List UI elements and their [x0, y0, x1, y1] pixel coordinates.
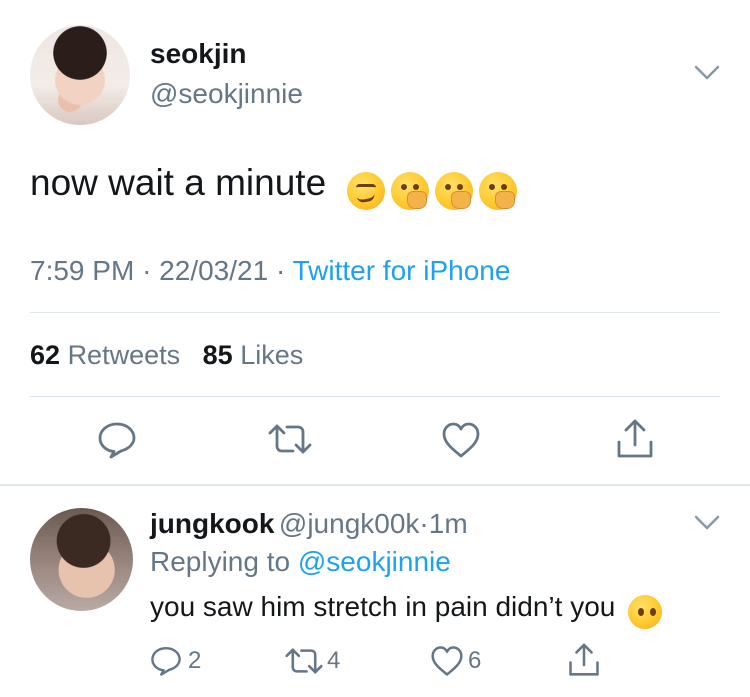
- reply-like-button[interactable]: 6: [430, 645, 481, 677]
- hand-over-mouth-emoji-icon: [435, 171, 474, 210]
- tweet-meta: 7:59 PM · 22/03/21 · Twitter for iPhone: [30, 255, 510, 287]
- like-button[interactable]: [441, 421, 481, 459]
- reply-age: 1m: [428, 508, 468, 539]
- likes-count: 85: [202, 340, 233, 370]
- reply-reply-button[interactable]: 2: [150, 645, 201, 677]
- likes-stat[interactable]: 85 Likes: [203, 340, 304, 370]
- tweet-time: 7:59 PM: [30, 255, 135, 286]
- reply-retweet-button[interactable]: 4: [285, 646, 340, 676]
- tweet-date: 22/03/21: [159, 255, 269, 286]
- tweet-body: now wait a minute: [30, 162, 523, 210]
- tweet-source-link[interactable]: Twitter for iPhone: [293, 255, 511, 286]
- reply-body: you saw him stretch in pain didn’t you: [150, 591, 668, 629]
- divider: [30, 396, 720, 397]
- heart-icon: [442, 422, 480, 458]
- reply-icon: [151, 646, 181, 676]
- hand-over-mouth-emoji-icon: [479, 171, 518, 210]
- retweets-label: Retweets: [67, 340, 181, 370]
- chevron-down-icon[interactable]: [694, 515, 720, 531]
- likes-label: Likes: [240, 340, 304, 370]
- retweet-icon: [268, 424, 312, 454]
- share-button[interactable]: [616, 418, 654, 460]
- share-icon: [569, 643, 599, 676]
- reply-author-handle[interactable]: @jungk00k: [279, 508, 420, 539]
- divider: [30, 312, 720, 313]
- reply-button[interactable]: [97, 421, 137, 459]
- separator-dot: ·: [419, 508, 429, 539]
- author-avatar[interactable]: [30, 25, 130, 125]
- divider: [0, 484, 750, 486]
- reply-retweet-count: 4: [327, 647, 341, 674]
- reply-author-avatar[interactable]: [30, 508, 133, 611]
- retweet-icon: [285, 648, 323, 674]
- reply-share-button[interactable]: [568, 642, 600, 683]
- replying-to: Replying to @seokjinnie: [150, 546, 451, 578]
- chevron-down-icon[interactable]: [694, 65, 720, 81]
- face-without-mouth-emoji-icon: [628, 594, 663, 629]
- replying-prefix: Replying to: [150, 546, 291, 577]
- reply-author-display-name[interactable]: jungkook: [150, 508, 274, 539]
- separator-dot: ·: [142, 255, 152, 286]
- tweet-text: now wait a minute: [30, 162, 327, 203]
- retweets-count: 62: [30, 340, 61, 370]
- reply-text: you saw him stretch in pain didn’t you: [150, 591, 616, 622]
- author-display-name[interactable]: seokjin: [150, 38, 246, 70]
- retweets-stat[interactable]: 62 Retweets: [30, 340, 180, 370]
- reply-count: 2: [188, 647, 202, 674]
- reply-header: jungkook @jungk00k·1m: [150, 508, 468, 540]
- replying-to-handle-link[interactable]: @seokjinnie: [298, 546, 451, 577]
- retweet-button[interactable]: [268, 422, 312, 456]
- reply-like-count: 6: [468, 647, 482, 674]
- separator-dot: ·: [275, 255, 286, 286]
- author-handle[interactable]: @seokjinnie: [150, 78, 303, 110]
- smirking-face-emoji-icon: [347, 171, 386, 210]
- reply-icon: [98, 422, 136, 459]
- hand-over-mouth-emoji-icon: [391, 171, 430, 210]
- share-icon: [617, 419, 653, 458]
- engagement-counts: 62 Retweets 85 Likes: [30, 340, 303, 371]
- heart-icon: [431, 646, 463, 676]
